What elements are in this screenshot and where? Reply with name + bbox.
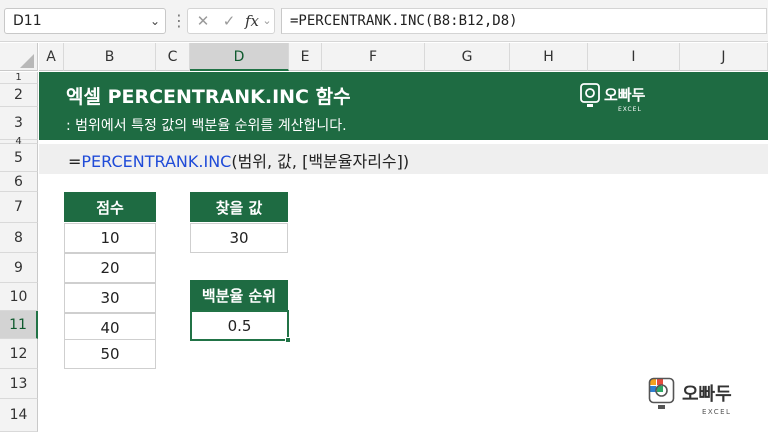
score-cell[interactable]: 20 bbox=[64, 253, 156, 283]
score-cell[interactable]: 50 bbox=[64, 339, 156, 369]
column-header-f[interactable]: F bbox=[322, 43, 425, 71]
result-header[interactable]: 백분율 순위 bbox=[190, 280, 288, 310]
enter-check-icon[interactable]: ✓ bbox=[216, 9, 242, 33]
column-header-d[interactable]: D bbox=[190, 43, 289, 71]
syntax-arguments: (범위, 값, [백분율자리수]) bbox=[231, 152, 410, 171]
more-options-icon[interactable]: ⋮ bbox=[171, 8, 187, 34]
column-header-b[interactable]: B bbox=[64, 43, 156, 71]
logo-bottom-name: 오빠두 bbox=[682, 384, 732, 405]
row-header-11[interactable]: 11 bbox=[0, 311, 38, 339]
column-header-g[interactable]: G bbox=[425, 43, 510, 71]
column-header-j[interactable]: J bbox=[680, 43, 768, 71]
column-header-i[interactable]: I bbox=[588, 43, 680, 71]
row-header-8[interactable]: 8 bbox=[0, 223, 38, 253]
page-title: 엑셀 PERCENTRANK.INC 함수 bbox=[66, 86, 351, 108]
score-cell[interactable]: 10 bbox=[64, 223, 156, 253]
column-header-a[interactable]: A bbox=[39, 43, 64, 71]
oppadu-logo-bottom: 오빠두 EXCEL bbox=[648, 377, 732, 416]
row-header-2[interactable]: 2 bbox=[0, 84, 38, 107]
row-header-7[interactable]: 7 bbox=[0, 192, 38, 223]
result-cell-active[interactable]: 0.5 bbox=[190, 310, 289, 341]
logo-sub: EXCEL bbox=[618, 106, 642, 113]
column-header-c[interactable]: C bbox=[156, 43, 190, 71]
row-header-6[interactable]: 6 bbox=[0, 172, 38, 192]
formula-input[interactable]: =PERCENTRANK.INC(B8:B12,D8) bbox=[281, 8, 767, 34]
lookup-value-cell[interactable]: 30 bbox=[190, 223, 288, 253]
oppadu-logo: 오빠두 EXCEL bbox=[580, 83, 646, 113]
row-header-13[interactable]: 13 bbox=[0, 369, 38, 399]
syntax-function-name: PERCENTRANK.INC bbox=[81, 152, 232, 171]
score-cell[interactable]: 30 bbox=[64, 283, 156, 313]
logo-bottom-sub: EXCEL bbox=[702, 408, 731, 416]
page-subtitle: : 범위에서 특정 값의 백분율 순위를 계산합니다. bbox=[66, 118, 347, 134]
fill-handle[interactable] bbox=[285, 337, 291, 343]
row-header-9[interactable]: 9 bbox=[0, 253, 38, 283]
chevron-down-icon[interactable]: ⌄ bbox=[146, 8, 164, 34]
row-header-10[interactable]: 10 bbox=[0, 283, 38, 311]
column-header-h[interactable]: H bbox=[510, 43, 588, 71]
syntax-equals: = bbox=[68, 152, 82, 171]
chevron-down-icon[interactable]: ⌄ bbox=[260, 9, 274, 33]
row-header-12[interactable]: 12 bbox=[0, 339, 38, 369]
row-header-5[interactable]: 5 bbox=[0, 144, 38, 172]
name-box[interactable]: D11 bbox=[4, 8, 166, 34]
formula-bar: D11 ⌄ ⋮ ✕ ✓ fx ⌄ =PERCENTRANK.INC(B8:B12… bbox=[0, 0, 768, 42]
logo-name: 오빠두 bbox=[604, 86, 646, 104]
row-header-1[interactable]: 1 bbox=[0, 72, 38, 84]
lookup-header[interactable]: 찾을 값 bbox=[190, 192, 288, 222]
function-syntax: =PERCENTRANK.INC(범위, 값, [백분율자리수]) bbox=[68, 148, 409, 172]
row-header-14[interactable]: 14 bbox=[0, 399, 38, 432]
score-header[interactable]: 점수 bbox=[64, 192, 156, 222]
cancel-icon[interactable]: ✕ bbox=[190, 9, 216, 33]
column-header-e[interactable]: E bbox=[289, 43, 322, 71]
select-all-triangle-icon bbox=[20, 54, 34, 68]
formula-actions: ✕ ✓ fx ⌄ bbox=[187, 8, 275, 34]
